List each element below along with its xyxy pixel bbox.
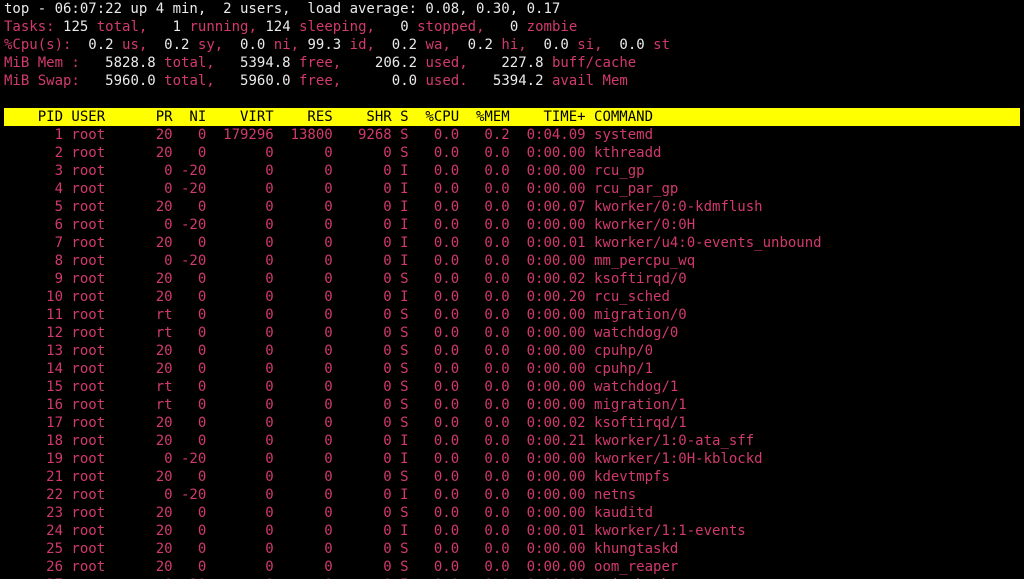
process-row[interactable]: 24 root 20 0 0 0 0 I 0.0 0.0 0:00.01 kwo…	[4, 523, 746, 539]
process-row[interactable]: 13 root 20 0 0 0 0 S 0.0 0.0 0:00.00 cpu…	[4, 343, 653, 359]
process-row[interactable]: 5 root 20 0 0 0 0 I 0.0 0.0 0:00.07 kwor…	[4, 199, 763, 215]
process-row[interactable]: 26 root 20 0 0 0 0 S 0.0 0.0 0:00.00 oom…	[4, 559, 678, 575]
process-row[interactable]: 12 root rt 0 0 0 0 S 0.0 0.0 0:00.00 wat…	[4, 325, 678, 341]
process-row[interactable]: 6 root 0 -20 0 0 0 I 0.0 0.0 0:00.00 kwo…	[4, 217, 695, 233]
process-row[interactable]: 15 root rt 0 0 0 0 S 0.0 0.0 0:00.00 wat…	[4, 379, 678, 395]
process-row[interactable]: 10 root 20 0 0 0 0 I 0.0 0.0 0:00.20 rcu…	[4, 289, 670, 305]
process-row[interactable]: 19 root 0 -20 0 0 0 I 0.0 0.0 0:00.00 kw…	[4, 451, 763, 467]
process-row[interactable]: 25 root 20 0 0 0 0 S 0.0 0.0 0:00.00 khu…	[4, 541, 678, 557]
process-row[interactable]: 4 root 0 -20 0 0 0 I 0.0 0.0 0:00.00 rcu…	[4, 181, 678, 197]
process-row[interactable]: 18 root 20 0 0 0 0 I 0.0 0.0 0:00.21 kwo…	[4, 433, 754, 449]
process-row[interactable]: 21 root 20 0 0 0 0 S 0.0 0.0 0:00.00 kde…	[4, 469, 670, 485]
top-output: top - 06:07:22 up 4 min, 2 users, load a…	[0, 0, 1024, 579]
column-header[interactable]: PID USER PR NI VIRT RES SHR S %CPU %MEM …	[4, 108, 1020, 126]
process-row[interactable]: 23 root 20 0 0 0 0 S 0.0 0.0 0:00.00 kau…	[4, 505, 653, 521]
process-row[interactable]: 11 root rt 0 0 0 0 S 0.0 0.0 0:00.00 mig…	[4, 307, 687, 323]
process-row[interactable]: 16 root rt 0 0 0 0 S 0.0 0.0 0:00.00 mig…	[4, 397, 687, 413]
process-row[interactable]: 22 root 0 -20 0 0 0 I 0.0 0.0 0:00.00 ne…	[4, 487, 636, 503]
process-row[interactable]: 1 root 20 0 179296 13800 9268 S 0.0 0.2 …	[4, 127, 653, 143]
process-row[interactable]: 17 root 20 0 0 0 0 S 0.0 0.0 0:00.02 kso…	[4, 415, 687, 431]
process-row[interactable]: 8 root 0 -20 0 0 0 I 0.0 0.0 0:00.00 mm_…	[4, 253, 695, 269]
process-row[interactable]: 9 root 20 0 0 0 0 S 0.0 0.0 0:00.02 ksof…	[4, 271, 687, 287]
process-row[interactable]: 3 root 0 -20 0 0 0 I 0.0 0.0 0:00.00 rcu…	[4, 163, 645, 179]
process-row[interactable]: 2 root 20 0 0 0 0 S 0.0 0.0 0:00.00 kthr…	[4, 145, 661, 161]
process-row[interactable]: 7 root 20 0 0 0 0 I 0.0 0.0 0:00.01 kwor…	[4, 235, 822, 251]
process-row[interactable]: 14 root 20 0 0 0 0 S 0.0 0.0 0:00.00 cpu…	[4, 361, 653, 377]
